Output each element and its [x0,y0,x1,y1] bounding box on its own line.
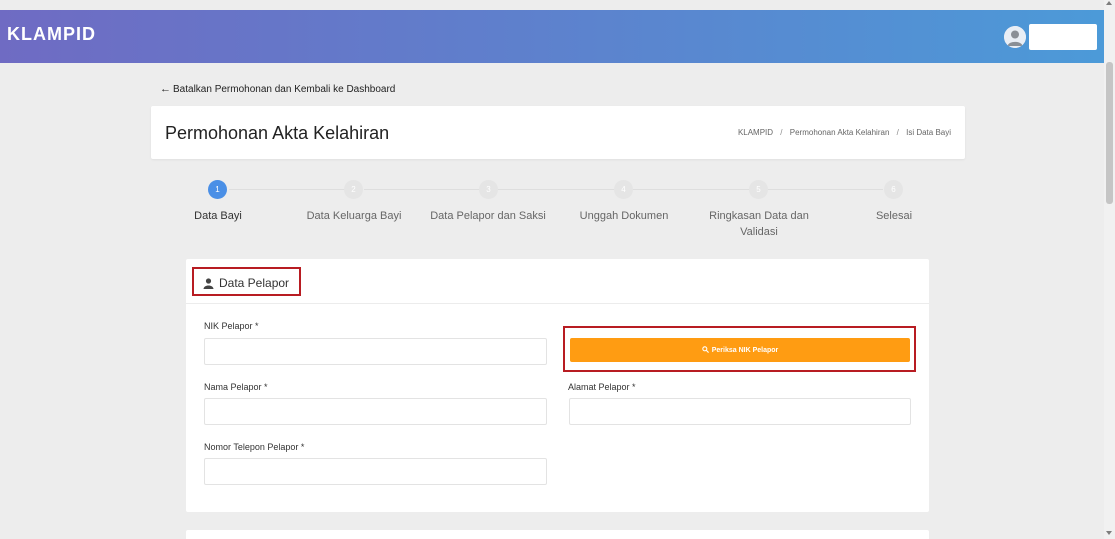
check-nik-button[interactable]: Periksa NIK Pelapor [570,338,910,362]
step-2-indicator[interactable]: 2 [344,180,363,199]
step-5-label-line1: Ringkasan Data dan [709,210,809,222]
section-title: Data Pelapor [219,276,290,290]
step-5-indicator[interactable]: 5 [749,180,768,199]
scroll-down-icon[interactable] [1106,531,1112,535]
data-pelapor-card: Data Pelapor NIK Pelapor * Periksa NIK P… [186,259,929,512]
nik-input[interactable] [204,338,547,365]
page-title: Permohonan Akta Kelahiran [165,123,390,143]
step-connector [498,189,614,190]
address-input[interactable] [569,398,911,425]
breadcrumb-item-home[interactable]: KLAMPID [738,128,773,137]
step-1-indicator[interactable]: 1 [208,180,227,199]
scrollbar-thumb[interactable] [1106,62,1113,204]
phone-input[interactable] [204,458,547,485]
back-to-dashboard-link[interactable]: ← Batalkan Permohonan dan Kembali ke Dash… [160,83,395,95]
step-connector [633,189,749,190]
step-6-indicator[interactable]: 6 [884,180,903,199]
scroll-up-icon[interactable] [1106,1,1112,5]
address-label: Alamat Pelapor * [568,382,636,392]
avatar-icon[interactable] [1004,26,1026,48]
page: KLAMPID ← Batalkan Permohonan dan Kembali… [0,0,1115,539]
step-2-label[interactable]: Data Keluarga Bayi [284,208,424,224]
step-4-indicator[interactable]: 4 [614,180,633,199]
nik-label: NIK Pelapor * [204,321,259,331]
brand-logo[interactable]: KLAMPID [7,24,96,45]
page-header-card: Permohonan Akta Kelahiran KLAMPID / Perm… [151,106,965,159]
step-connector [364,189,479,190]
back-link-label: Batalkan Permohonan dan Kembali ke Dashb… [173,84,396,95]
name-label: Nama Pelapor * [204,382,268,392]
page-scrollbar[interactable] [1104,0,1115,539]
step-6-label[interactable]: Selesai [834,208,954,224]
check-nik-highlight: Periksa NIK Pelapor [563,326,916,372]
card-header: Data Pelapor [186,259,929,304]
next-section-card [186,530,929,539]
section-title-highlight: Data Pelapor [192,267,301,296]
name-input[interactable] [204,398,547,425]
check-nik-button-label: Periksa NIK Pelapor [711,346,779,354]
breadcrumb-item-current: Isi Data Bayi [906,128,951,137]
breadcrumb-separator: / [780,128,783,137]
step-1-label[interactable]: Data Bayi [158,208,278,224]
step-3-indicator[interactable]: 3 [479,180,498,199]
step-4-label[interactable]: Unggah Dokumen [554,208,694,224]
step-5-label[interactable]: Ringkasan Data dan Validasi [689,208,829,240]
search-icon [701,345,709,355]
phone-label: Nomor Telepon Pelapor * [204,442,305,452]
user-name-box[interactable] [1029,24,1097,50]
breadcrumb-item-section[interactable]: Permohonan Akta Kelahiran [790,128,890,137]
arrow-left-icon: ← [160,83,171,95]
step-connector [768,189,883,190]
breadcrumb: KLAMPID / Permohonan Akta Kelahiran / Is… [738,128,951,137]
step-3-label[interactable]: Data Pelapor dan Saksi [418,208,558,224]
top-navbar: KLAMPID [0,10,1104,63]
user-icon [203,276,214,294]
step-5-label-line2: Validasi [740,226,778,238]
breadcrumb-separator: / [896,128,899,137]
step-connector [229,189,345,190]
